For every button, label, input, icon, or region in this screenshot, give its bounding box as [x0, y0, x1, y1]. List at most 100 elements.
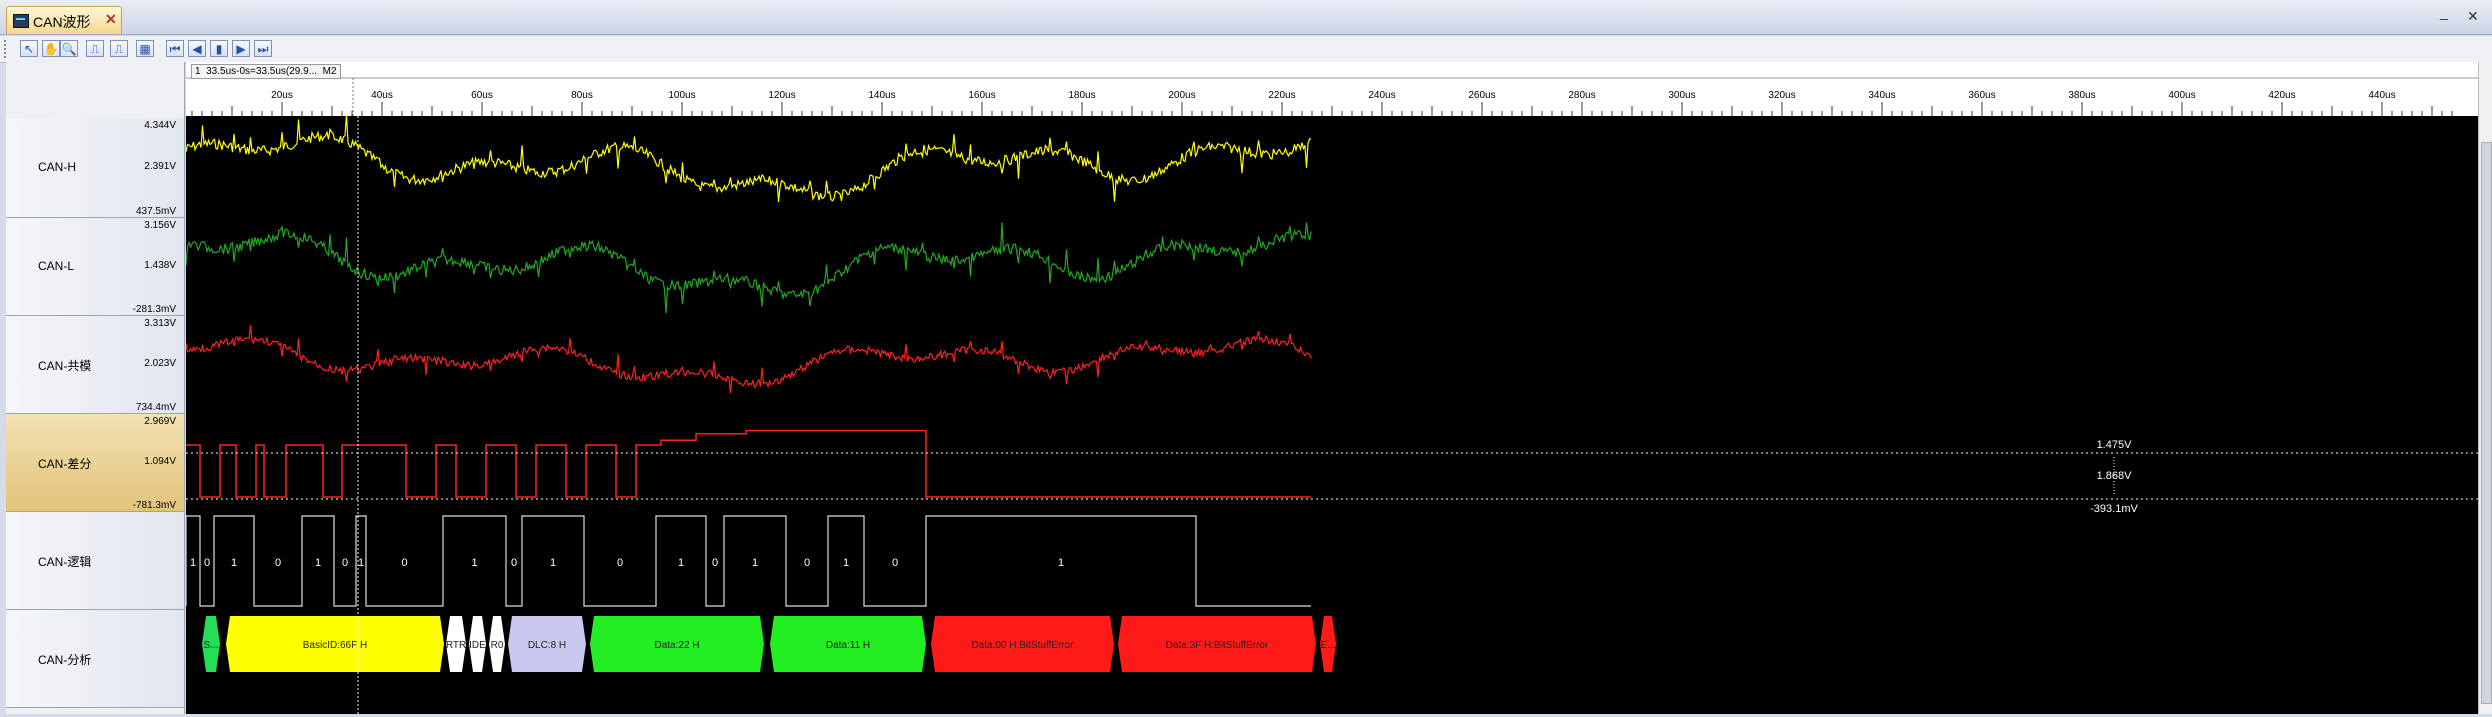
logic-bit-label: 0 — [712, 557, 718, 569]
ruler-tick-label: 40us — [371, 90, 393, 101]
waveform-plot[interactable]: 1.475V 1.868V -393.1mV 1 0 1 0 1 0 1 0 1 0 1 0 1 0 1 0 1 0 1 S… — [185, 113, 2478, 714]
channel-name: CAN-共模 — [38, 359, 92, 373]
zoom-tool-button[interactable]: 🔍 — [60, 40, 78, 57]
cursor-readout-text: 33.5us-0s=33.5us(29.9... — [206, 66, 318, 77]
ruler-tick-label: 160us — [968, 90, 995, 101]
logic-bit-label: 0 — [892, 557, 898, 569]
scrollbar-thumb[interactable] — [2481, 142, 2492, 704]
ruler-ticks: 20us 40us 60us 80us 100us 120us 140us 160us 180u… — [186, 77, 2478, 116]
analysis-frame-label: RTR — [446, 640, 466, 651]
logic-bit-label: 1 — [190, 557, 196, 569]
channel-max-value: 4.344V — [144, 120, 176, 131]
pointer-tool-button[interactable]: ↖ — [20, 40, 38, 57]
ruler-tick-label: 100us — [668, 90, 695, 101]
analysis-frame-label: DLC:8 H — [528, 640, 566, 651]
last-tool-button[interactable]: ⏭ — [254, 40, 272, 57]
channel-mid-value: 2.391V — [144, 161, 176, 172]
logic-bit-label: 1 — [843, 557, 849, 569]
next-tool-button[interactable]: ▶ — [232, 40, 250, 57]
ruler-tick-label: 180us — [1068, 90, 1095, 101]
channel-row-6[interactable]: CAN-分析 — [6, 610, 184, 708]
ruler-tick-label: 360us — [1968, 90, 1995, 101]
channel-row-4[interactable]: CAN-差分 2.969V 1.094V -781.3mV — [6, 414, 184, 512]
ruler-tick-label: 220us — [1268, 90, 1295, 101]
channel-min-value: -281.3mV — [132, 304, 176, 315]
analysis-frame-label: IDE — [469, 640, 486, 651]
waveform-icon — [13, 14, 29, 28]
vertical-scrollbar[interactable] — [2478, 62, 2492, 714]
channel-row-3[interactable]: CAN-共模 3.313V 2.023V 734.4mV — [6, 316, 184, 414]
ruler-tick-label: 420us — [2268, 90, 2295, 101]
time-ruler[interactable]: 1 33.5us-0s=33.5us(29.9... M2 20us 40us 60… — [186, 62, 2478, 117]
ruler-tick-label: 260us — [1468, 90, 1495, 101]
edge-rise-tool-button[interactable]: ⎍ — [86, 40, 104, 57]
ruler-tick-label: 280us — [1568, 90, 1595, 101]
channel-name: CAN-L — [38, 259, 75, 273]
ruler-tick-label: 320us — [1768, 90, 1795, 101]
toolbar-grip[interactable] — [4, 40, 9, 58]
channel-mid-value: 1.094V — [144, 456, 176, 467]
channel-max-value: 3.156V — [144, 220, 176, 231]
cursor-tool-button[interactable]: ▮ — [210, 40, 228, 57]
ruler-tick-label: 300us — [1668, 90, 1695, 101]
tab-close-icon[interactable]: ✕ — [105, 11, 117, 28]
ruler-tick-label: 20us — [271, 90, 293, 101]
ruler-tick-label: 340us — [1868, 90, 1895, 101]
close-window-button[interactable]: ✕ — [2467, 8, 2479, 25]
ruler-tick-label: 200us — [1168, 90, 1195, 101]
channel-max-value: 2.969V — [144, 416, 176, 427]
minimize-button[interactable]: _ — [2440, 4, 2448, 20]
channel-row-5[interactable]: CAN-逻辑 — [6, 512, 184, 610]
waveform-canvas[interactable]: 1.475V1.868V-393.1mV1 0 1 0 1 0 1 0 1 0 1 0 1 0 1 0 1 0 1S… — [185, 113, 2478, 714]
channel-min-value: -781.3mV — [132, 500, 176, 511]
logic-bit-label: 0 — [401, 557, 407, 569]
hand-tool-button[interactable]: ✋ — [42, 40, 60, 57]
analysis-frame-label: Data:22 H — [654, 640, 699, 651]
channel-name: CAN-分析 — [38, 653, 92, 667]
analysis-frame-label: R0 — [491, 640, 504, 651]
logic-bit-label: 1 — [315, 557, 321, 569]
logic-bit-label: 0 — [342, 557, 348, 569]
ruler-tick-label: 380us — [2068, 90, 2095, 101]
channel-row-1[interactable]: CAN-H 4.344V 2.391V 437.5mV — [6, 118, 184, 218]
analysis-frame-label: Data:00 H:BitStuffError — [971, 640, 1074, 651]
tab-can-waveform[interactable]: CAN波形 ✕ — [6, 6, 122, 34]
channel-mid-value: 2.023V — [144, 358, 176, 369]
can-l-trace — [185, 222, 1312, 314]
analysis-frame-label: S... — [203, 640, 218, 651]
channel-max-value: 3.313V — [144, 318, 176, 329]
grid-tool-button[interactable]: ▦ — [136, 40, 154, 57]
logic-bit-label: 0 — [204, 557, 210, 569]
channel-row-2[interactable]: CAN-L 3.156V 1.438V -281.3mV — [6, 218, 184, 316]
channel-name: CAN-差分 — [38, 457, 92, 471]
can-diff-trace — [186, 429, 1311, 498]
logic-bit-label: 1 — [1058, 557, 1064, 569]
channel-name: CAN-逻辑 — [38, 555, 92, 569]
logic-bit-label: 0 — [511, 557, 517, 569]
edge-fall-tool-button[interactable]: ⎍ — [110, 40, 128, 57]
analysis-frame-label: Data:11 H — [826, 640, 870, 651]
measure-upper-label: 1.475V — [2097, 439, 2133, 451]
tab-label: CAN波形 — [33, 14, 91, 30]
logic-bit-label: 0 — [617, 557, 623, 569]
logic-bit-label: 1 — [231, 557, 237, 569]
ruler-tick-label: 140us — [868, 90, 895, 101]
channel-mid-value: 1.438V — [144, 260, 176, 271]
logic-bit-label: 1 — [358, 557, 364, 569]
toolbar: ↖ ✋ 🔍 ⎍ ⎍ ▦ ⏮ ◀ ▮ ▶ ⏭ — [0, 36, 2492, 63]
can-h-trace — [185, 113, 1312, 202]
logic-bit-label: 1 — [752, 557, 758, 569]
logic-bit-label: 1 — [550, 557, 556, 569]
channel-name: CAN-H — [38, 160, 76, 174]
analysis-frame-label: E... — [1320, 640, 1335, 651]
can-common-trace — [185, 325, 1312, 394]
ruler-tick-label: 440us — [2368, 90, 2395, 101]
marker-m2-label: M2 — [322, 66, 337, 77]
ruler-tick-label: 80us — [571, 90, 593, 101]
prev-tool-button[interactable]: ◀ — [188, 40, 206, 57]
first-tool-button[interactable]: ⏮ — [166, 40, 184, 57]
logic-bit-label: 0 — [275, 557, 281, 569]
logic-bit-label: 1 — [678, 557, 684, 569]
ruler-tick-label: 240us — [1368, 90, 1395, 101]
measure-delta-label: 1.868V — [2097, 470, 2133, 482]
